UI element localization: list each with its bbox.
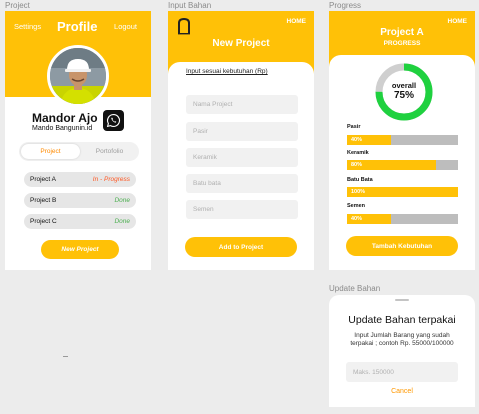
- frame-label-progress: Progress: [329, 1, 362, 10]
- profile-screen: Settings Profile Logout Mandor Ajo Mando…: [5, 11, 151, 270]
- progress-bar-pasir: 40%: [347, 135, 458, 145]
- nama-project-field[interactable]: [186, 95, 298, 114]
- home-link[interactable]: HOME: [287, 18, 307, 25]
- semen-field[interactable]: [186, 200, 298, 219]
- project-status: In - Progress: [92, 176, 130, 183]
- material-label-semen: Semen: [347, 203, 366, 209]
- app-logo-icon: [178, 17, 190, 35]
- sheet-description: Input Jumlah Barang yang sudah terpakai …: [350, 332, 454, 347]
- progress-bar-batu-bata: 100%: [347, 187, 458, 197]
- user-name: Mandor Ajo: [32, 111, 98, 125]
- tab-project[interactable]: Project: [21, 144, 80, 159]
- progress-screen: HOME Project A PROGRESS overall 75% Pasi…: [329, 11, 475, 270]
- progress-bar-keramik: 80%: [347, 160, 458, 170]
- new-project-button[interactable]: New Project: [41, 240, 119, 259]
- tambah-kebutuhan-button[interactable]: Tambah Kebutuhan: [346, 236, 458, 256]
- logout-link[interactable]: Logout: [114, 22, 137, 31]
- profile-tabs: Project Portofolio: [19, 142, 139, 161]
- sheet-drag-handle[interactable]: [395, 299, 409, 301]
- project-row-a[interactable]: Project A In - Progress: [24, 172, 136, 187]
- bar-value: 80%: [351, 162, 363, 168]
- home-link[interactable]: HOME: [448, 18, 468, 25]
- form-subtitle: Input sesuai kebutuhan (Rp): [186, 68, 268, 75]
- material-label-pasir: Pasir: [347, 124, 361, 130]
- add-to-project-button[interactable]: Add to Project: [185, 237, 297, 257]
- project-status: Done: [114, 218, 130, 225]
- bar-value: 40%: [351, 137, 363, 143]
- cancel-button[interactable]: Cancel: [329, 388, 475, 395]
- input-bahan-screen: HOME New Project Input sesuai kebutuhan …: [168, 11, 314, 270]
- keramik-field[interactable]: [186, 148, 298, 167]
- batu-bata-field[interactable]: [186, 174, 298, 193]
- frame-label-input-bahan: Input Bahan: [168, 1, 212, 10]
- progress-bar-semen: 40%: [347, 214, 458, 224]
- pasir-field[interactable]: [186, 122, 298, 141]
- project-name: Project A: [30, 176, 57, 183]
- tab-portofolio[interactable]: Portofolio: [80, 144, 139, 159]
- update-bahan-sheet: Update Bahan terpakai Input Jumlah Baran…: [329, 295, 475, 407]
- settings-link[interactable]: Settings: [14, 22, 41, 31]
- project-row-c[interactable]: Project C Done: [24, 214, 136, 229]
- whatsapp-icon[interactable]: [103, 110, 124, 131]
- page-title: Profile: [57, 19, 98, 34]
- jumlah-terpakai-field[interactable]: [346, 362, 458, 382]
- frame-label-project: Project: [5, 1, 30, 10]
- project-name: Project C: [30, 218, 57, 225]
- frame-label-update-bahan: Update Bahan: [329, 284, 381, 293]
- overall-value: 75%: [393, 90, 414, 101]
- sheet-title: Update Bahan terpakai: [348, 314, 456, 326]
- material-label-keramik: Keramik: [347, 150, 369, 156]
- divider: [63, 356, 68, 357]
- bar-value: 40%: [351, 216, 363, 222]
- bar-value: 100%: [351, 189, 366, 195]
- avatar: [47, 45, 109, 107]
- profile-topbar: Settings Profile Logout: [5, 19, 151, 34]
- overall-label: overall: [391, 81, 417, 90]
- page-title: New Project: [212, 38, 270, 49]
- progress-subtitle: PROGRESS: [383, 40, 421, 47]
- material-label-batu-bata: Batu Bata: [347, 177, 373, 183]
- project-row-b[interactable]: Project B Done: [24, 193, 136, 208]
- worker-photo: [50, 48, 106, 104]
- project-name: Project B: [30, 197, 57, 204]
- user-company: Mando Bangunin.id: [32, 125, 93, 132]
- project-title: Project A: [380, 27, 424, 38]
- project-status: Done: [114, 197, 130, 204]
